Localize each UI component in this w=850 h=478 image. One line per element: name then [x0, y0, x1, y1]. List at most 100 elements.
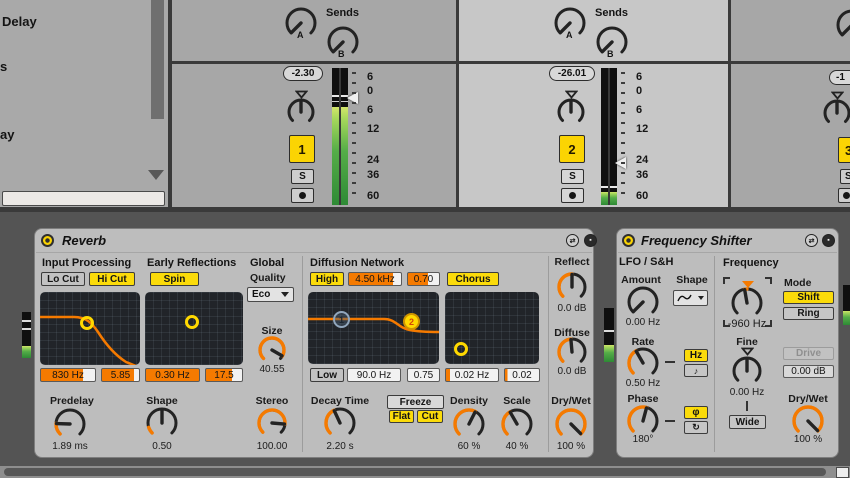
hot-swap-icon[interactable]: ⇄ — [805, 234, 818, 247]
decay-time-value[interactable]: 2.20 s — [320, 441, 360, 452]
track3-number-button[interactable]: 3 — [838, 137, 850, 163]
flat-button[interactable]: Flat — [389, 410, 414, 423]
freeze-button[interactable]: Freeze — [387, 395, 444, 409]
drive-button[interactable]: Drive — [783, 347, 834, 360]
fine-value[interactable]: 0.00 Hz — [727, 387, 767, 398]
lfo-amount-knob[interactable] — [625, 284, 661, 320]
predelay-knob[interactable] — [52, 406, 88, 442]
scale-value[interactable]: 40 % — [497, 441, 537, 452]
rate-hz-mode-button[interactable]: Hz — [684, 349, 708, 362]
filter-handle-icon[interactable] — [80, 316, 94, 330]
save-preset-icon[interactable]: ▪ — [822, 234, 835, 247]
scale-knob[interactable] — [499, 406, 535, 442]
fine-knob[interactable] — [730, 354, 764, 388]
density-knob[interactable] — [451, 406, 487, 442]
track3-sends-section — [731, 0, 850, 61]
diffuse-level-knob[interactable] — [555, 335, 589, 369]
chorus-amount-value[interactable]: 0.02 — [504, 368, 540, 382]
stereo-value[interactable]: 100.00 — [252, 441, 292, 452]
shape-value[interactable]: 0.50 — [142, 441, 182, 452]
browser-vertical-scrollbar[interactable] — [151, 0, 164, 119]
shape-knob[interactable] — [144, 405, 180, 441]
spin-handle-icon[interactable] — [185, 315, 199, 329]
dry-wet-value[interactable]: 100 % — [551, 441, 591, 452]
chorus-handle-icon[interactable] — [454, 342, 468, 356]
frequency-knob[interactable] — [729, 285, 765, 321]
low-shelf-button[interactable]: Low — [310, 368, 344, 382]
phase-phi-button[interactable]: φ — [684, 406, 708, 419]
track2-volume-value[interactable]: -26.01 — [549, 66, 595, 81]
diffusion-handle-2[interactable]: 2 — [403, 313, 420, 330]
browser-item[interactable]: ay — [0, 127, 14, 142]
predelay-value[interactable]: 1.89 ms — [50, 441, 90, 452]
input-freq-value[interactable]: 830 Hz — [40, 368, 96, 382]
density-value[interactable]: 60 % — [449, 441, 489, 452]
lo-cut-button[interactable]: Lo Cut — [41, 272, 85, 286]
lfo-shape-dropdown[interactable] — [673, 290, 708, 306]
fs-dry-wet-value[interactable]: 100 % — [788, 434, 828, 445]
spin-amount-value[interactable]: 17.5 — [205, 368, 243, 382]
mode-shift-button[interactable]: Shift — [783, 291, 834, 304]
diffusion-handle-1[interactable]: 1 — [333, 311, 350, 328]
track2-arm-button[interactable] — [561, 188, 584, 203]
track3-send-a-knob[interactable] — [834, 7, 850, 43]
dry-wet-knob[interactable] — [553, 406, 589, 442]
track1-arm-button[interactable] — [291, 188, 314, 203]
track3-arm-button[interactable] — [838, 188, 850, 203]
save-preset-icon[interactable]: ▪ — [584, 234, 597, 247]
track1-number-button[interactable]: 1 — [289, 135, 315, 163]
device-activator-toggle[interactable] — [41, 234, 54, 247]
drive-value[interactable]: 0.00 dB — [783, 365, 834, 378]
track2-number-button[interactable]: 2 — [559, 135, 585, 163]
frequency-value[interactable]: -960 Hz — [727, 318, 767, 330]
reflect-label: Reflect — [554, 256, 590, 268]
hi-cut-button[interactable]: Hi Cut — [89, 272, 135, 286]
device-activator-toggle[interactable] — [622, 234, 635, 247]
track3-pan-knob[interactable] — [821, 97, 850, 129]
wide-button[interactable]: Wide — [729, 415, 766, 429]
lfo-rate-knob[interactable] — [625, 345, 661, 381]
size-value[interactable]: 40.55 — [252, 364, 292, 375]
rate-sync-mode-button[interactable]: ♪ — [684, 364, 708, 377]
device-view-horizontal-scrollbar[interactable] — [4, 468, 826, 476]
browser-item[interactable]: s — [0, 59, 7, 74]
lfo-rate-value[interactable]: 0.50 Hz — [623, 378, 663, 389]
input-gain-value[interactable]: 5.85 — [101, 368, 140, 382]
track3-volume-value[interactable]: -1 — [829, 70, 850, 85]
lfo-amount-value[interactable]: 0.00 Hz — [623, 317, 663, 328]
low-freq-value[interactable]: 90.0 Hz — [347, 368, 401, 382]
spin-button[interactable]: Spin — [150, 272, 199, 286]
chorus-button[interactable]: Chorus — [447, 272, 499, 286]
browser-scroll-down-icon[interactable] — [148, 170, 164, 180]
track3-solo-button[interactable]: S — [840, 169, 850, 184]
high-gain-value[interactable]: 0.70 — [407, 272, 440, 286]
stereo-knob[interactable] — [255, 406, 289, 440]
lfo-phase-value[interactable]: 180° — [623, 434, 663, 445]
send-b-label: B — [338, 49, 345, 59]
device-title[interactable]: Reverb — [62, 233, 106, 248]
reflect-value[interactable]: 0.0 dB — [550, 303, 594, 314]
device-title[interactable]: Frequency Shifter — [641, 233, 752, 248]
browser-horizontal-scrollbar[interactable] — [2, 191, 165, 206]
track2-pan-knob[interactable] — [555, 96, 587, 128]
quality-dropdown[interactable]: Eco — [247, 287, 294, 302]
phase-spin-button[interactable]: ↻ — [684, 421, 708, 434]
chorus-rate-value[interactable]: 0.02 Hz — [445, 368, 499, 382]
decay-time-knob[interactable] — [322, 405, 358, 441]
high-freq-value[interactable]: 4.50 kHz — [348, 272, 402, 286]
track1-volume-value[interactable]: -2.30 — [283, 66, 323, 81]
mode-ring-button[interactable]: Ring — [783, 307, 834, 320]
high-shelf-button[interactable]: High — [310, 272, 344, 286]
track2-solo-button[interactable]: S — [561, 169, 584, 184]
spin-rate-value[interactable]: 0.30 Hz — [145, 368, 200, 382]
size-knob[interactable] — [256, 334, 288, 366]
track1-pan-knob[interactable] — [285, 96, 317, 128]
browser-item[interactable]: Delay — [2, 14, 37, 29]
diffuse-value[interactable]: 0.0 dB — [550, 366, 594, 377]
scrollbar-corner-box[interactable] — [836, 467, 849, 478]
reflect-level-knob[interactable] — [555, 270, 589, 304]
low-gain-value[interactable]: 0.75 — [407, 368, 440, 382]
hot-swap-icon[interactable]: ⇄ — [566, 234, 579, 247]
cut-button[interactable]: Cut — [417, 410, 443, 423]
track1-solo-button[interactable]: S — [291, 169, 314, 184]
